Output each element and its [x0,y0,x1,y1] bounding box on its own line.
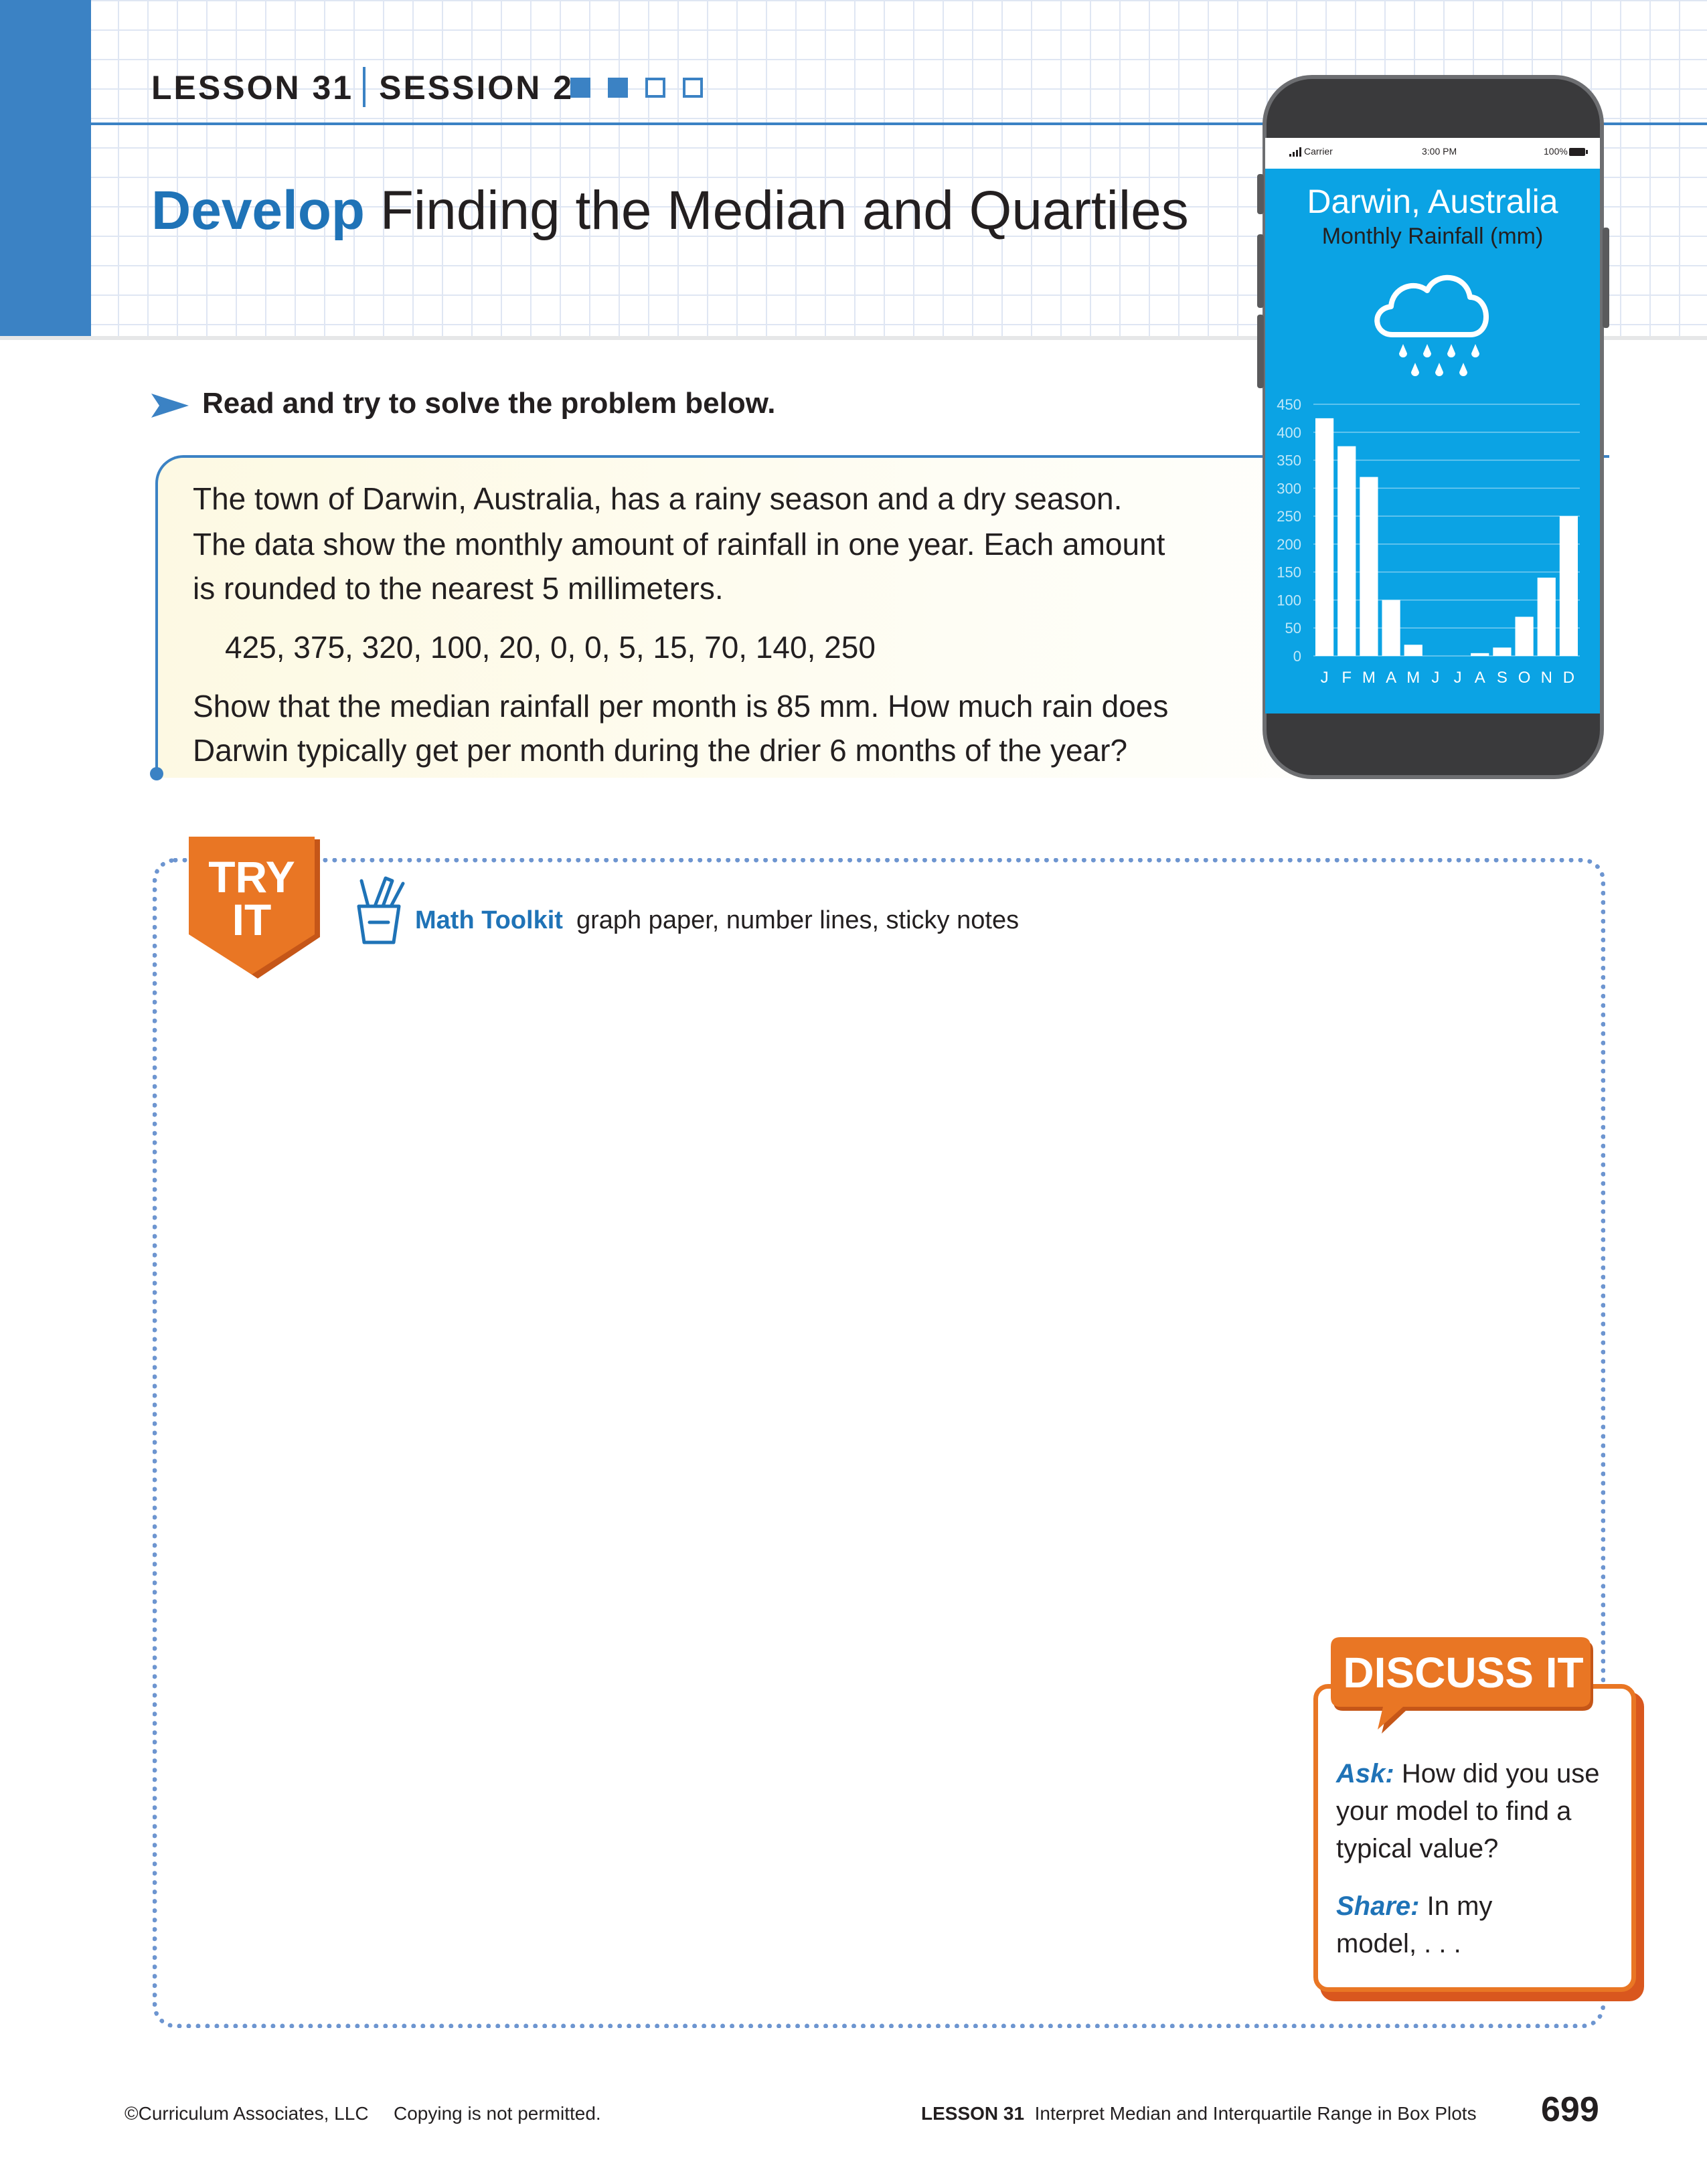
status-battery-text: 100% [1544,146,1568,157]
x-tick-label: N [1541,669,1552,687]
phone-screen: Carrier 3:00 PM 100% Darwin, Australia M… [1265,138,1600,713]
y-tick-label: 100 [1277,592,1301,608]
share-text-1: In my [1419,1892,1493,1921]
math-toolkit-label: Math Toolkit [415,906,563,934]
problem-line-3: is rounded to the nearest 5 millimeters. [193,571,724,606]
problem-question-1: Show that the median rainfall per month … [193,689,1169,724]
page-title: Develop Finding the Median and Quartiles [151,179,1189,242]
title-topic: Finding the Median and Quartiles [365,180,1189,241]
problem-data: 425, 375, 320, 100, 20, 0, 0, 5, 15, 70,… [225,630,876,665]
discuss-it-title: DISCUSS IT [1343,1649,1584,1697]
bar [1337,446,1356,656]
ask-text-1: How did you use [1394,1759,1600,1788]
y-tick-label: 50 [1285,620,1301,637]
progress-square-1 [570,78,590,98]
rain-cloud-icon [1374,274,1489,376]
x-tick-label: M [1406,669,1420,687]
weather-app: Darwin, Australia Monthly Rainfall (mm) … [1265,169,1600,713]
x-tick-label: J [1321,669,1329,687]
x-tick-label: J [1431,669,1439,687]
y-tick-label: 0 [1293,648,1301,665]
x-tick-label: J [1454,669,1462,687]
progress-square-4 [683,78,703,98]
chart-subtitle: Monthly Rainfall (mm) [1321,224,1544,249]
lesson-separator [363,67,366,107]
status-time: 3:00 PM [1422,146,1457,157]
phone-side-button [1257,315,1264,388]
x-tick-label: O [1518,669,1531,687]
battery-icon [1569,148,1588,156]
y-tick-label: 250 [1277,508,1301,525]
discuss-ask-line-1: Ask: How did you use [1336,1759,1600,1789]
discuss-ask-line-2: your model to find a [1336,1796,1572,1826]
title-develop: Develop [151,180,365,241]
y-tick-label: 200 [1277,536,1301,553]
x-tick-label: A [1386,669,1396,687]
problem-bullet-dot [150,767,163,780]
y-tick-label: 350 [1277,452,1301,469]
page-number: 699 [1541,2090,1599,2129]
ask-label: Ask: [1336,1759,1394,1788]
y-tick-label: 450 [1277,396,1301,413]
phone-side-button [1257,234,1264,308]
progress-square-3 [645,78,665,98]
footer-copyright: ©Curriculum Associates, LLC [125,2103,369,2124]
problem-line-1: The town of Darwin, Australia, has a rai… [193,481,1123,516]
bar [1493,647,1512,656]
phone-side-button [1603,228,1609,328]
math-toolkit-icon [357,876,405,944]
try-it-line-2: IT [232,895,272,944]
bar [1382,600,1400,656]
y-tick-label: 300 [1277,480,1301,497]
arrow-right-icon [151,394,189,418]
lesson-session-label: LESSON 31 SESSION 2 [151,67,574,107]
session-label: SESSION 2 [379,69,574,106]
x-tick-label: D [1563,669,1574,687]
share-label: Share: [1336,1892,1420,1921]
discuss-share-line-2: model, . . . [1336,1929,1461,1958]
discuss-share-line-1: Share: In my [1336,1892,1492,1922]
status-bar: Carrier 3:00 PM 100% [1265,138,1600,167]
math-toolkit-items: graph paper, number lines, sticky notes [576,906,1020,934]
footer-lesson-number: LESSON 31 [921,2103,1025,2124]
bar [1537,578,1556,656]
x-tick-label: S [1497,669,1508,687]
bar [1471,653,1489,656]
city-name: Darwin, Australia [1307,183,1558,220]
blue-side-tab [0,0,91,336]
x-tick-label: A [1475,669,1485,687]
footer-copying-notice: Copying is not permitted. [394,2103,601,2124]
problem-line-2: The data show the monthly amount of rain… [193,527,1165,562]
bar [1315,418,1334,656]
instruction: Read and try to solve the problem below. [151,387,776,420]
x-tick-label: F [1342,669,1352,687]
phone-side-button [1257,174,1264,214]
signal-icon [1289,147,1301,157]
progress-square-2 [608,78,628,98]
math-toolkit: Math Toolkit graph paper, number lines, s… [415,906,1019,935]
bar [1515,616,1534,656]
instruction-text: Read and try to solve the problem below. [202,387,776,420]
status-carrier: Carrier [1304,146,1333,157]
x-tick-label: M [1362,669,1376,687]
footer-lesson-title: Interpret Median and Interquartile Range… [1034,2103,1477,2124]
lesson-label: LESSON 31 [151,69,354,106]
bar [1360,477,1378,656]
y-tick-label: 150 [1277,564,1301,581]
bar [1404,645,1422,656]
discuss-ask-line-3: typical value? [1336,1834,1499,1863]
footer-lesson: LESSON 31 Interpret Median and Interquar… [921,2103,1477,2124]
rainfall-bar-chart: 050100150200250300350400450J F M A M J J A S O N D [1277,396,1580,687]
bar [1559,516,1578,656]
y-tick-label: 400 [1277,424,1301,441]
problem-question-2: Darwin typically get per month during th… [193,733,1128,768]
